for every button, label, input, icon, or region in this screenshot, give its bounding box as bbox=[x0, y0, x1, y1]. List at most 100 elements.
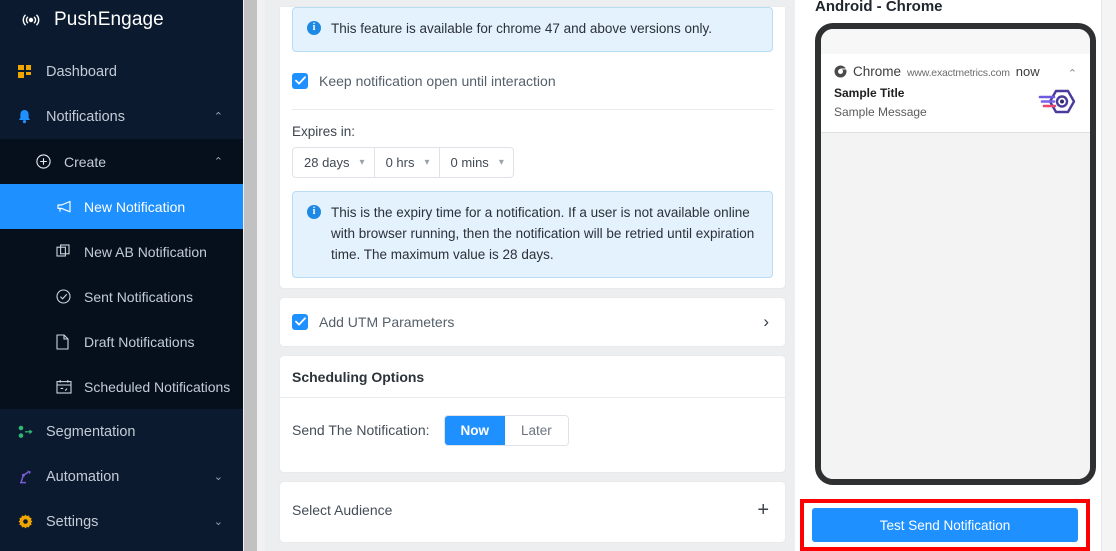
send-timing-toggle: Now Later bbox=[443, 414, 569, 446]
notification-brand-logo bbox=[1038, 88, 1076, 120]
sidebar-item-label: Segmentation bbox=[46, 423, 136, 440]
expires-days-value: 28 days bbox=[304, 154, 350, 170]
gear-icon bbox=[18, 514, 40, 530]
chevron-down-icon: ▾ bbox=[498, 156, 504, 168]
send-notification-row: Send The Notification: Now Later bbox=[280, 398, 785, 472]
keep-open-row[interactable]: Keep notification open until interaction bbox=[280, 52, 785, 109]
preview-panel: Android - Chrome Chrome www.exactmetrics… bbox=[795, 0, 1116, 551]
robot-arm-icon bbox=[18, 469, 40, 485]
sidebar-item-automation[interactable]: Automation ⌄ bbox=[0, 454, 243, 499]
select-audience-label: Select Audience bbox=[292, 502, 393, 519]
chevron-up-icon: ⌃ bbox=[213, 111, 223, 123]
chrome-icon bbox=[834, 65, 847, 78]
chevron-down-icon: ⌄ bbox=[213, 516, 223, 528]
sidebar-item-label: Sent Notifications bbox=[84, 288, 193, 305]
phone-mockup: Chrome www.exactmetrics.com now ⌃ Sample… bbox=[815, 23, 1096, 485]
expires-hours-value: 0 hrs bbox=[385, 154, 415, 170]
bell-icon bbox=[18, 109, 40, 125]
brand-name: PushEngage bbox=[54, 9, 164, 30]
test-send-notification-button[interactable]: Test Send Notification bbox=[812, 508, 1078, 542]
scheduling-options-card: Scheduling Options Send The Notification… bbox=[280, 355, 785, 472]
select-audience-row[interactable]: Select Audience + bbox=[280, 482, 785, 542]
expires-minutes-select[interactable]: 0 mins ▾ bbox=[439, 146, 514, 178]
grid-icon bbox=[18, 64, 40, 80]
select-audience-card[interactable]: Select Audience + bbox=[280, 481, 785, 542]
expires-hours-select[interactable]: 0 hrs ▾ bbox=[374, 146, 440, 178]
chrome-options-card: i This feature is available for chrome 4… bbox=[280, 7, 785, 288]
chevron-down-icon: ▾ bbox=[359, 156, 365, 168]
sidebar-item-label: Settings bbox=[46, 513, 99, 530]
phone-screen-body bbox=[821, 133, 1090, 479]
chrome-version-alert-text: This feature is available for chrome 47 … bbox=[331, 21, 712, 36]
scheduling-options-title: Scheduling Options bbox=[280, 356, 785, 398]
utm-label: Add UTM Parameters bbox=[319, 313, 455, 330]
chevron-down-icon: ⌄ bbox=[213, 471, 223, 483]
calendar-icon bbox=[56, 379, 78, 395]
expiry-info-alert: i This is the expiry time for a notifica… bbox=[292, 190, 773, 278]
file-icon bbox=[56, 333, 78, 350]
broadcast-icon bbox=[18, 10, 44, 30]
sidebar-item-draft-notifications[interactable]: Draft Notifications bbox=[0, 319, 243, 364]
notification-app-name: Chrome bbox=[853, 64, 902, 79]
sidebar-item-segmentation[interactable]: Segmentation bbox=[0, 409, 243, 454]
sidebar-item-create[interactable]: Create ⌃ bbox=[0, 139, 243, 184]
sidebar-item-label: Notifications bbox=[46, 108, 125, 125]
expires-in-label: Expires in: bbox=[292, 123, 356, 139]
sidebar-item-label: Draft Notifications bbox=[84, 333, 195, 350]
notification-url: www.exactmetrics.com bbox=[907, 67, 1010, 79]
app-window: PushEngage Dashboard Notifications ⌃ Cre… bbox=[0, 0, 1116, 551]
send-later-option[interactable]: Later bbox=[505, 415, 568, 445]
keep-open-checkbox[interactable] bbox=[292, 72, 308, 89]
sidebar-item-scheduled-notifications[interactable]: Scheduled Notifications bbox=[0, 364, 243, 409]
keep-open-label: Keep notification open until interaction bbox=[319, 72, 556, 89]
sidebar-item-notifications[interactable]: Notifications ⌃ bbox=[0, 94, 243, 139]
right-scroll-gutter[interactable] bbox=[1101, 0, 1116, 551]
expires-days-select[interactable]: 28 days ▾ bbox=[292, 146, 375, 178]
utm-parameters-card[interactable]: Add UTM Parameters › bbox=[280, 297, 785, 346]
notification-form-column: i This feature is available for chrome 4… bbox=[265, 0, 795, 551]
utm-checkbox[interactable] bbox=[292, 313, 308, 330]
preview-title: Android - Chrome bbox=[815, 0, 943, 15]
megaphone-icon bbox=[56, 199, 78, 215]
notification-time: now bbox=[1015, 64, 1040, 79]
sidebar-subnav-create: New Notification New AB Notification Sen… bbox=[0, 184, 243, 409]
chevron-right-icon[interactable]: › bbox=[763, 312, 769, 332]
phone-status-bar bbox=[821, 29, 1090, 54]
chevron-up-icon[interactable]: ⌃ bbox=[1068, 67, 1077, 80]
page-scrollbar[interactable] bbox=[243, 0, 265, 551]
plus-circle-icon bbox=[36, 154, 58, 170]
notification-preview: Chrome www.exactmetrics.com now ⌃ Sample… bbox=[821, 54, 1090, 133]
sidebar-item-label: New AB Notification bbox=[84, 243, 207, 260]
sidebar: PushEngage Dashboard Notifications ⌃ Cre… bbox=[0, 0, 243, 551]
sidebar-item-label: Scheduled Notifications bbox=[84, 378, 231, 395]
sidebar-item-label: Dashboard bbox=[46, 63, 117, 80]
sidebar-item-new-ab-notification[interactable]: New AB Notification bbox=[0, 229, 243, 274]
sidebar-item-settings[interactable]: Settings ⌄ bbox=[0, 499, 243, 544]
send-now-option[interactable]: Now bbox=[444, 415, 505, 445]
send-notification-label: Send The Notification: bbox=[292, 422, 430, 439]
expires-minutes-value: 0 mins bbox=[450, 154, 489, 170]
expiry-info-alert-text: This is the expiry time for a notificati… bbox=[331, 204, 755, 262]
info-icon: i bbox=[307, 204, 321, 219]
chevron-up-icon: ⌃ bbox=[213, 156, 223, 168]
scrollbar-thumb[interactable] bbox=[244, 0, 257, 551]
utm-row[interactable]: Add UTM Parameters › bbox=[280, 298, 785, 346]
copy-icon bbox=[56, 244, 78, 260]
info-icon: i bbox=[307, 21, 321, 35]
sidebar-item-label: Create bbox=[64, 153, 107, 170]
sidebar-item-label: Automation bbox=[46, 468, 120, 485]
sidebar-item-new-notification[interactable]: New Notification bbox=[0, 184, 243, 229]
sidebar-item-sent-notifications[interactable]: Sent Notifications bbox=[0, 274, 243, 319]
check-circle-icon bbox=[56, 289, 78, 305]
plus-icon[interactable]: + bbox=[757, 499, 769, 522]
chevron-down-icon: ▾ bbox=[424, 156, 430, 168]
chrome-version-alert: i This feature is available for chrome 4… bbox=[292, 7, 773, 52]
expires-in-selects: 28 days ▾ 0 hrs ▾ 0 mins ▾ bbox=[292, 146, 773, 178]
brand: PushEngage bbox=[0, 0, 243, 40]
sidebar-nav: Dashboard Notifications ⌃ Create ⌃ New N… bbox=[0, 49, 243, 544]
segment-icon bbox=[18, 424, 40, 440]
sidebar-item-dashboard[interactable]: Dashboard bbox=[0, 49, 243, 94]
test-send-highlight: Test Send Notification bbox=[800, 499, 1090, 551]
sidebar-subnav-notifications: Create ⌃ New Notification New AB Notific… bbox=[0, 139, 243, 409]
main-content: i This feature is available for chrome 4… bbox=[265, 0, 1116, 551]
